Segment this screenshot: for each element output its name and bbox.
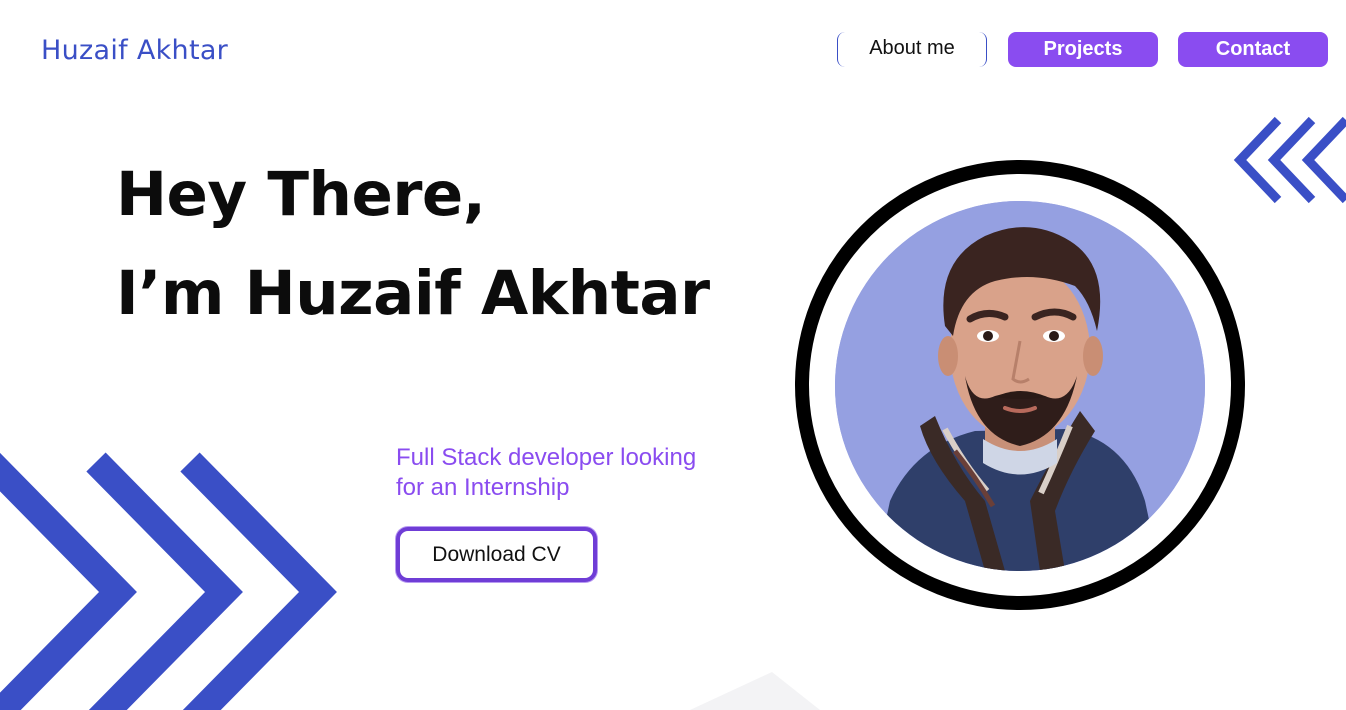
background-shape <box>690 672 820 710</box>
site-logo[interactable]: Huzaif Akhtar <box>41 33 228 69</box>
profile-photo <box>835 201 1205 571</box>
nav-about-button[interactable]: About me <box>837 32 987 67</box>
hero-tagline-line2: for an Internship <box>396 474 570 501</box>
portrait-illustration <box>835 201 1205 571</box>
hero-greeting-line1: Hey There, <box>116 159 486 230</box>
chevrons-left-icon <box>1233 116 1346 204</box>
chevrons-right-icon <box>0 452 337 710</box>
download-cv-button[interactable]: Download CV <box>396 527 597 582</box>
hero-greeting-line2: I’m Huzaif Akhtar <box>116 258 710 329</box>
hero-tagline: Full Stack developer looking for an Inte… <box>396 443 756 503</box>
nav-contact-button[interactable]: Contact <box>1178 32 1328 67</box>
nav-projects-button[interactable]: Projects <box>1008 32 1158 67</box>
hero-tagline-line1: Full Stack developer looking <box>396 444 697 471</box>
